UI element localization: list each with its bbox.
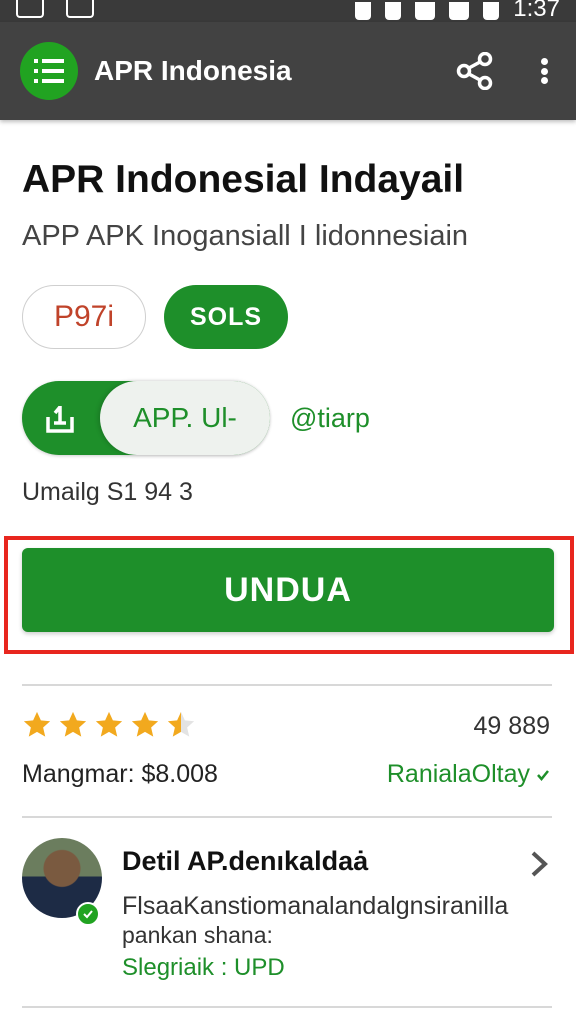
image-icon	[16, 0, 44, 18]
install-icon	[46, 405, 74, 433]
status-bar: 1:37	[0, 0, 576, 22]
divider	[22, 684, 552, 686]
divider	[22, 1006, 552, 1008]
app-title: APR Indonesial Indayail	[22, 158, 465, 201]
battery-icon	[483, 2, 500, 20]
category-chip[interactable]: SOLS	[164, 285, 288, 349]
rating-count: 49 889	[473, 712, 550, 740]
mute-icon	[355, 2, 372, 20]
list-icon	[34, 59, 64, 83]
signal-icon	[449, 2, 470, 20]
verified-text: RanialaOltay	[386, 760, 530, 788]
rating-stars	[22, 710, 196, 740]
star-icon	[131, 711, 159, 737]
share-icon	[456, 51, 493, 91]
verified-badge	[76, 902, 100, 926]
chevron-right-icon[interactable]	[528, 850, 550, 878]
status-time: 1:37	[513, 0, 560, 22]
alarm-icon	[385, 2, 402, 20]
verified-link[interactable]: RanialaOltay	[387, 760, 550, 789]
share-button[interactable]	[456, 51, 494, 91]
app-ui-toggle[interactable]: APP. Ul‑	[22, 381, 270, 455]
app-logo[interactable]	[20, 42, 78, 100]
developer-card-meta[interactable]: Slegriaik : UPD	[122, 954, 285, 982]
app-bar: APR Indonesia	[0, 22, 576, 120]
tools-icon	[66, 0, 94, 18]
developer-handle-link[interactable]: @tiarp	[290, 403, 370, 434]
wifi-icon	[415, 2, 436, 20]
update-info: Umailg S1 94 3	[22, 478, 193, 506]
developer-card-description-line2: pankan shana:	[122, 922, 273, 948]
star-icon	[23, 711, 51, 737]
more-options-button[interactable]	[532, 52, 556, 90]
check-icon	[83, 910, 93, 919]
star-icon	[59, 711, 87, 737]
version-chip[interactable]: P97i	[22, 285, 146, 349]
app-subtitle: APP APK Inogansiall I lidonnesiain	[22, 220, 469, 252]
developer-card-title[interactable]: Detil AP.denıkaldaȧ	[122, 846, 368, 877]
check-icon	[537, 769, 549, 781]
toggle-label: APP. Ul‑	[100, 381, 270, 455]
more-vert-icon	[540, 58, 548, 65]
star-icon	[95, 711, 123, 737]
price-text: Mangmar: $8.008	[22, 760, 218, 788]
half-star-icon	[167, 711, 195, 737]
app-bar-title: APR Indonesia	[94, 55, 292, 86]
download-button[interactable]: UNDUA	[22, 548, 554, 632]
divider	[22, 816, 552, 818]
developer-card-description: FlsaaKanstiomanalandalgnsiranilla	[122, 892, 509, 920]
